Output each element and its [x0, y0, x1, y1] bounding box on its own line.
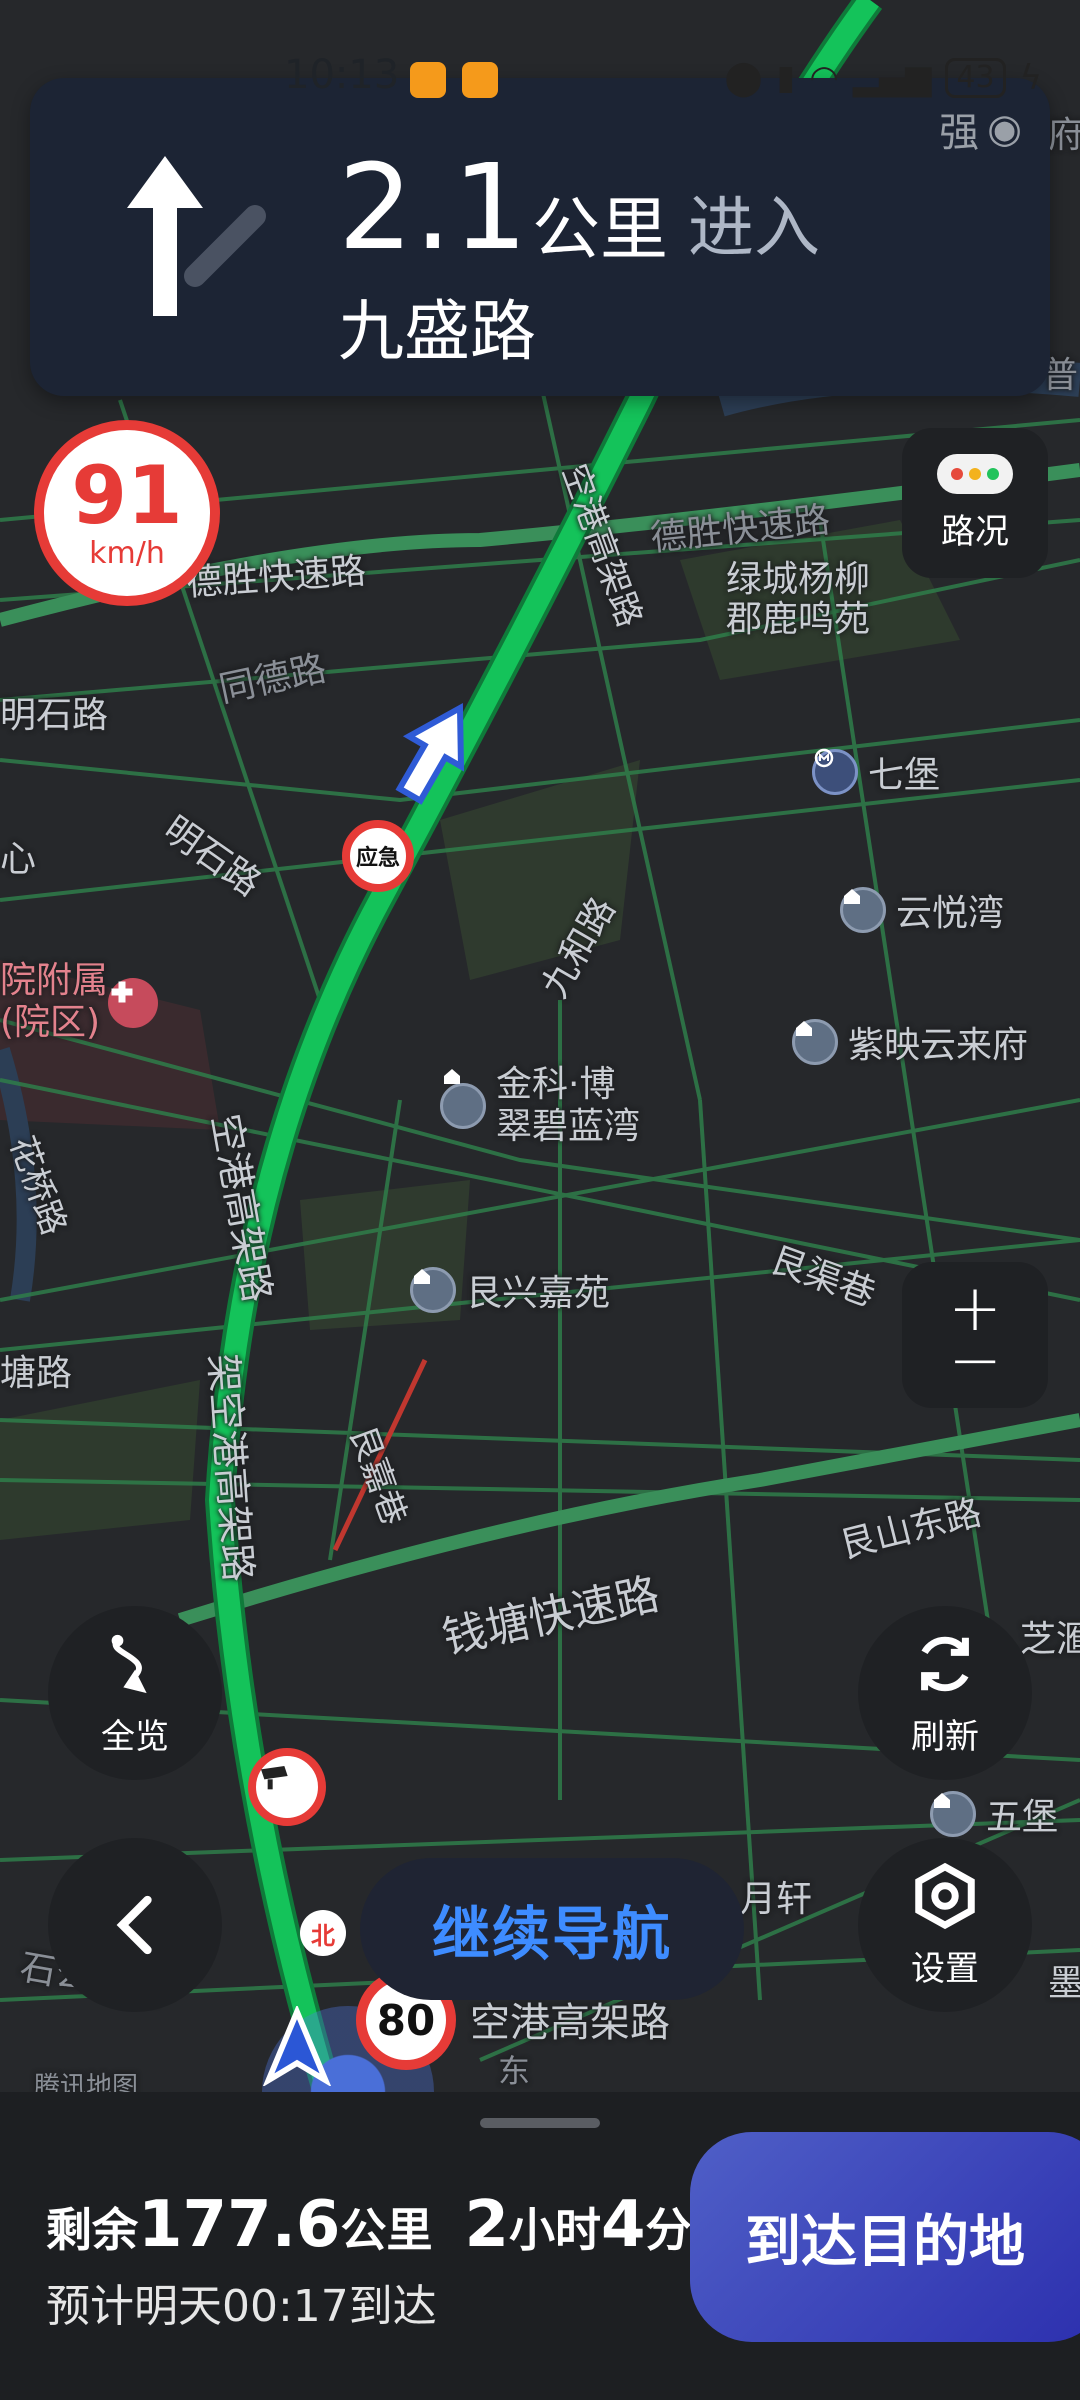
road-label: 塘路	[0, 1353, 73, 1394]
back-button[interactable]	[48, 1838, 222, 2012]
speed-camera-icon	[248, 1748, 326, 1826]
gps-signal-icon: ◉	[987, 106, 1022, 152]
status-icons: ⬤ ▮ ◠ ▂▄▆ 43 ϟ	[724, 58, 1042, 98]
straight-arrow-icon	[127, 156, 266, 316]
app-notification-icon	[410, 62, 446, 98]
overview-button[interactable]: 全览	[48, 1606, 222, 1780]
poi-ziying[interactable]: 紫映云来府	[792, 1016, 1028, 1068]
traffic-label: 路况	[941, 511, 1009, 552]
wifi-icon: ◠	[809, 58, 839, 98]
speed-unit: km/h	[89, 535, 165, 571]
gps-signal: 强 ◉	[939, 106, 1022, 156]
settings-button[interactable]: 设置	[858, 1838, 1032, 2012]
hospital-icon	[108, 978, 158, 1028]
road-label: 芝滙	[1020, 1619, 1080, 1660]
remaining-minutes: 4	[600, 2188, 646, 2262]
drag-handle[interactable]	[480, 2118, 600, 2128]
route-overview-icon	[111, 1634, 147, 1693]
next-turn-distance: 2.1	[338, 138, 529, 276]
poi-label: 绿城杨柳 郡鹿鸣苑	[726, 559, 871, 640]
overview-label: 全览	[101, 1716, 169, 1757]
speed-value: 91	[71, 448, 183, 542]
poi-jinke[interactable]: 金科·博 翠碧蓝湾	[440, 1064, 640, 1148]
poi-genxing[interactable]: 艮兴嘉苑	[410, 1264, 610, 1316]
app-notification-icon	[462, 62, 498, 98]
zoom-out-button[interactable]: −	[948, 1329, 1002, 1393]
house-icon	[410, 1267, 456, 1313]
mic-icon: ▮	[776, 58, 796, 98]
metro-icon	[812, 748, 858, 795]
charging-icon: ϟ	[1019, 58, 1042, 98]
refresh-label: 刷新	[911, 1716, 979, 1757]
current-speed: 91 km/h	[34, 420, 220, 606]
continue-navigation-button[interactable]: 继续导航	[360, 1858, 744, 2000]
battery-icon: 43	[945, 58, 1006, 98]
arrive-destination-button[interactable]: 到达目的地	[690, 2132, 1080, 2342]
poi-qibao[interactable]: 七堡	[812, 746, 940, 798]
refresh-button[interactable]: 刷新	[858, 1606, 1032, 1780]
distance-unit: 公里	[532, 191, 669, 270]
road-label: 府	[1048, 115, 1080, 156]
hospital-label: 院附属 (院区)	[0, 960, 109, 1043]
poi-yunyuewan[interactable]: 云悦湾	[840, 884, 1004, 936]
refresh-icon	[921, 1636, 969, 1691]
house-icon	[440, 1069, 486, 1129]
status-bar: 10:13 ⬤ ▮ ◠ ▂▄▆ 43 ϟ	[0, 0, 1080, 98]
navigation-banner[interactable]: 2.1 公里 进入 九盛路 强 ◉	[30, 78, 1050, 396]
chevron-left-icon	[116, 1895, 152, 1955]
next-road-name: 九盛路	[338, 293, 536, 370]
remaining-hours: 2	[464, 2188, 509, 2262]
traffic-toggle-button[interactable]: 路况	[902, 428, 1048, 578]
house-icon	[840, 887, 886, 933]
poi-wubao[interactable]: 五堡	[930, 1788, 1058, 1840]
house-icon	[930, 1791, 976, 1837]
remaining-summary: 剩余177.6公里 2小时4分	[46, 2188, 692, 2262]
turn-action: 进入	[688, 189, 820, 266]
arrival-estimate: 预计明天00:17到达	[46, 2281, 437, 2332]
road-label: 明石路	[0, 695, 109, 736]
zoom-control[interactable]: + −	[902, 1262, 1048, 1408]
settings-label: 设置	[911, 1948, 979, 1989]
trip-summary-panel[interactable]: 剩余177.6公里 2小时4分 预计明天00:17到达 到达目的地	[0, 2092, 1080, 2400]
house-icon	[792, 1019, 838, 1065]
road-label: 墨	[1048, 1963, 1080, 2004]
emergency-lane-marker: 应急	[342, 820, 414, 892]
road-label: 心	[0, 839, 37, 880]
traffic-light-icon	[937, 453, 1013, 494]
road-label: 月轩	[740, 1879, 813, 1920]
north-compass-icon[interactable]: 北	[300, 1910, 346, 1956]
location-icon: ⬤	[724, 58, 763, 98]
signal-icon: ▂▄▆	[852, 58, 932, 98]
remaining-distance: 177.6	[138, 2188, 341, 2262]
status-time: 10:13	[284, 52, 400, 98]
road-label: 东	[498, 2052, 531, 2090]
settings-icon	[915, 1862, 975, 1929]
